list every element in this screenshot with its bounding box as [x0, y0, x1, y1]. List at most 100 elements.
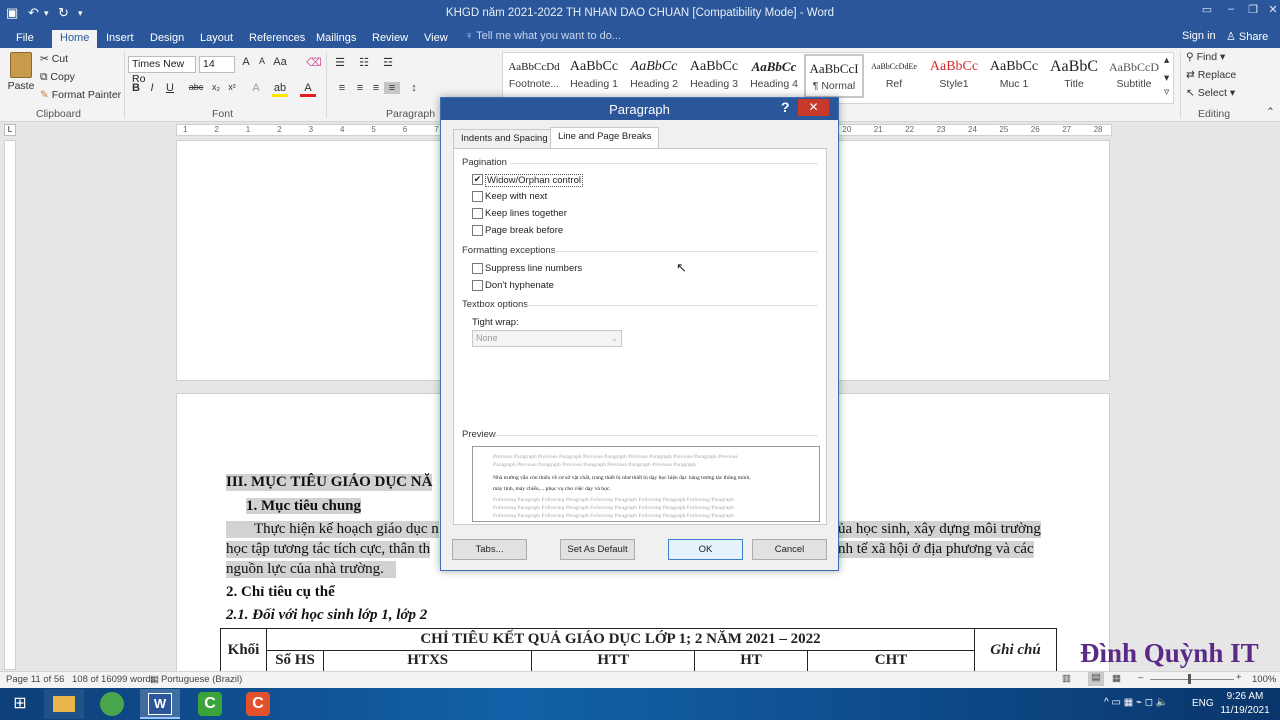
style-ref[interactable]: AaBbCcDdEe Ref [864, 54, 924, 98]
tab-indents-and-spacing[interactable]: Indents and Spacing [453, 129, 556, 148]
italic-icon[interactable]: I [144, 82, 160, 94]
style-subtitle[interactable]: AaBbCcD Subtitle [1104, 54, 1164, 98]
language-indicator[interactable]: Portuguese (Brazil) [161, 674, 242, 685]
clock-date[interactable]: 11/19/2021 [1218, 705, 1272, 716]
tab-file[interactable]: File [8, 30, 42, 48]
style-footnote[interactable]: AaBbCcDd Footnote... [504, 54, 564, 98]
style-heading-1[interactable]: AaBbCc Heading 1 [564, 54, 624, 98]
tabs-button[interactable]: Tabs... [452, 539, 527, 560]
zoom-slider[interactable] [1150, 679, 1234, 680]
file-explorer-icon[interactable] [44, 689, 84, 719]
share-button[interactable]: ♙ Share [1226, 30, 1268, 43]
word-app-icon[interactable]: W [140, 689, 180, 719]
tight-wrap-select[interactable]: None ⌄ [472, 330, 622, 347]
style-heading-2[interactable]: AaBbCc Heading 2 [624, 54, 684, 98]
underline-icon[interactable]: U [162, 82, 178, 94]
widow-orphan-checkbox[interactable]: ✔ [472, 174, 483, 185]
suppress-line-numbers-checkbox[interactable] [472, 263, 483, 274]
proofing-icon[interactable]: ▤ [150, 674, 159, 685]
change-case-icon[interactable]: Aa [272, 56, 288, 68]
web-layout-icon[interactable]: ▦ [1112, 673, 1121, 684]
style-heading-3[interactable]: AaBbCc Heading 3 [684, 54, 744, 98]
find-button[interactable]: ⚲ Find ▾ [1186, 51, 1225, 63]
line-spacing-icon[interactable]: ↕ [406, 82, 422, 94]
tab-line-and-page-breaks[interactable]: Line and Page Breaks [550, 127, 660, 149]
dont-hyphenate-checkbox[interactable] [472, 280, 483, 291]
keep-with-next-checkbox[interactable] [472, 191, 483, 202]
text-effects-icon[interactable]: A [248, 82, 264, 94]
clear-formatting-icon[interactable]: ⌫ [306, 56, 322, 69]
tab-design[interactable]: Design [142, 30, 192, 48]
camtasia-app-icon[interactable]: C [190, 689, 230, 719]
keep-lines-together-label[interactable]: Keep lines together [485, 208, 567, 219]
highlight-icon[interactable]: ab [272, 82, 288, 97]
style-normal[interactable]: AaBbCcI ¶ Normal [804, 54, 864, 98]
widow-orphan-label[interactable]: Widow/Orphan control [485, 174, 583, 187]
subscript-icon[interactable]: x₂ [208, 82, 224, 92]
style-muc-1[interactable]: AaBbCc Muc 1 [984, 54, 1044, 98]
numbering-icon[interactable]: ☷ [356, 56, 372, 69]
grow-font-icon[interactable]: A [238, 56, 254, 68]
replace-button[interactable]: ⇄ Replace [1186, 69, 1236, 81]
tab-home[interactable]: Home [52, 30, 98, 48]
ok-button[interactable]: OK [668, 539, 743, 560]
strikethrough-icon[interactable]: abc [188, 82, 204, 92]
styles-more-icon[interactable]: ▿ [1164, 86, 1169, 98]
styles-scroll-down-icon[interactable]: ▾ [1164, 72, 1169, 84]
zalo-app-icon[interactable] [92, 689, 132, 719]
tab-layout[interactable]: Layout [192, 30, 241, 48]
collapse-ribbon-icon[interactable]: ⌃ [1266, 106, 1275, 118]
styles-scroll-up-icon[interactable]: ▴ [1164, 54, 1169, 66]
close-window-button[interactable]: ✕ [1262, 3, 1280, 21]
tab-review[interactable]: Review [364, 30, 416, 48]
cancel-button[interactable]: Cancel [752, 539, 827, 560]
paste-button[interactable]: Paste [6, 52, 36, 102]
style-heading-4[interactable]: AaBbCc Heading 4 [744, 54, 804, 98]
set-as-default-button[interactable]: Set As Default [560, 539, 635, 560]
windows-start-icon[interactable]: ⊞ [0, 689, 40, 719]
minimize-button[interactable]: – [1220, 3, 1242, 21]
zoom-slider-thumb[interactable] [1188, 674, 1191, 684]
suppress-line-numbers-label[interactable]: Suppress line numbers [485, 263, 582, 274]
bullets-icon[interactable]: ☰ [332, 56, 348, 69]
font-color-icon[interactable]: A [300, 82, 316, 97]
align-right-icon[interactable]: ≡ [368, 82, 384, 94]
align-center-icon[interactable]: ≡ [352, 82, 368, 94]
style-title[interactable]: AaBbC Title [1044, 54, 1104, 98]
ribbon-options-icon[interactable]: ▭ [1196, 3, 1218, 21]
shrink-font-icon[interactable]: A [254, 56, 270, 66]
restore-button[interactable]: ❐ [1242, 3, 1264, 21]
cut-button[interactable]: ✂ Cut [40, 53, 68, 65]
justify-icon[interactable]: ≡ [384, 82, 400, 94]
page-count[interactable]: Page 11 of 56 [6, 674, 64, 685]
tab-view[interactable]: View [416, 30, 456, 48]
style-style1[interactable]: AaBbCc Style1 [924, 54, 984, 98]
copy-button[interactable]: ⧉ Copy [40, 71, 75, 84]
tab-selector-icon[interactable]: L [4, 124, 16, 136]
font-size-select[interactable]: 14 [199, 56, 235, 73]
camtasia-recorder-icon[interactable]: C [238, 689, 278, 719]
tab-insert[interactable]: Insert [98, 30, 142, 48]
tab-mailings[interactable]: Mailings [308, 30, 364, 48]
zoom-out-icon[interactable]: – [1138, 672, 1143, 683]
tray-icons[interactable]: ^ ▭ ▦ ⌁ ◻ 🔈 [1104, 697, 1168, 708]
sign-in-link[interactable]: Sign in [1182, 30, 1216, 42]
page-break-before-label[interactable]: Page break before [485, 225, 563, 236]
align-left-icon[interactable]: ≡ [334, 82, 350, 94]
read-mode-icon[interactable]: ▥ [1062, 673, 1071, 684]
print-layout-icon[interactable]: ▤ [1088, 672, 1104, 686]
dont-hyphenate-label[interactable]: Don't hyphenate [485, 280, 554, 291]
bold-icon[interactable]: B [128, 82, 144, 94]
keep-lines-together-checkbox[interactable] [472, 208, 483, 219]
results-table[interactable]: Khối CHỈ TIÊU KẾT QUẢ GIÁO DỤC LỚP 1; 2 … [220, 628, 1057, 672]
format-painter-button[interactable]: ✎ Format Painter [40, 89, 121, 101]
word-count[interactable]: 108 of 16099 words [72, 674, 155, 685]
zoom-in-icon[interactable]: + [1236, 672, 1242, 683]
tab-references[interactable]: References [241, 30, 313, 48]
zoom-level[interactable]: 100% [1252, 674, 1276, 685]
help-icon[interactable]: ? [781, 99, 790, 115]
select-button[interactable]: ↖ Select ▾ [1186, 87, 1235, 99]
superscript-icon[interactable]: x² [224, 82, 240, 92]
multilevel-list-icon[interactable]: ☲ [380, 56, 396, 69]
font-name-select[interactable]: Times New Ro [128, 56, 196, 85]
